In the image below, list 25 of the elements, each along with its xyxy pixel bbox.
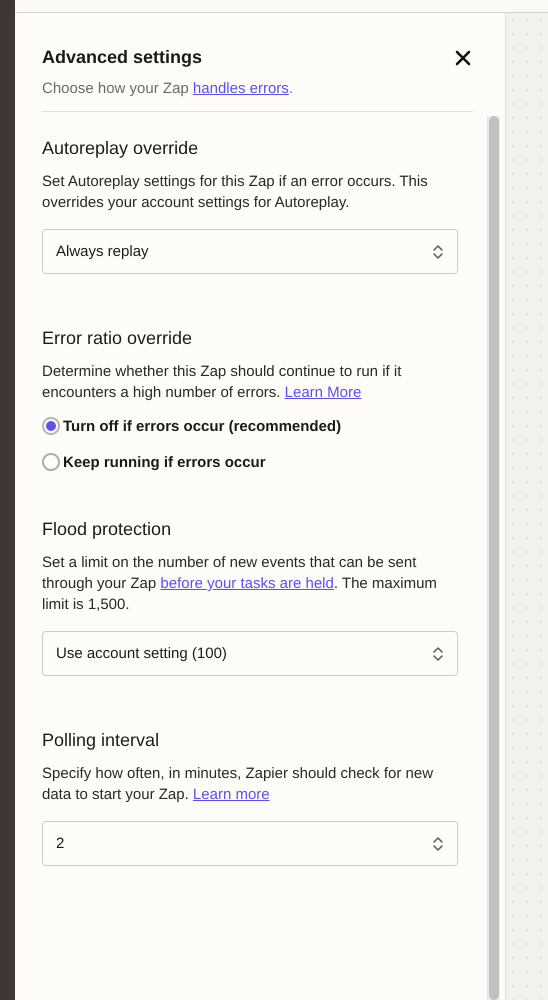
- section-title: Autoreplay override: [42, 138, 200, 159]
- section-title: Polling interval: [42, 730, 160, 751]
- description-text: Set a limit on the number of new events that can be sent through your Zap before your tasks are held. The maximum limit is 1,500.: [42, 553, 438, 615]
- radio-button[interactable]: [42, 417, 60, 435]
- chevron-updown-icon: [432, 244, 444, 260]
- select-field[interactable]: Always replay: [42, 229, 458, 274]
- help-link[interactable]: before your tasks are held: [160, 575, 334, 592]
- help-link[interactable]: handles errors: [192, 80, 289, 97]
- panel-title: Advanced settings: [42, 47, 202, 68]
- description-text: Choose how your Zap handles errors.: [42, 80, 294, 97]
- section-title: Flood protection: [42, 519, 172, 540]
- chevron-updown-icon: [432, 646, 444, 662]
- radio-button[interactable]: [42, 453, 60, 471]
- description-text: Set Autoreplay settings for this Zap if an error occurs. This overrides your account settings for Autoreplay.: [42, 172, 429, 213]
- select-field[interactable]: Use account setting (100): [42, 631, 458, 676]
- select-field[interactable]: 2: [42, 821, 458, 866]
- chevron-updown-icon: [432, 836, 444, 852]
- section-title: Error ratio override: [42, 328, 194, 349]
- option-label[interactable]: Turn off if errors occur (recommended): [63, 418, 342, 434]
- option-label[interactable]: Keep running if errors occur: [63, 454, 266, 470]
- help-link[interactable]: Learn more: [192, 786, 270, 803]
- close-button[interactable]: [453, 48, 473, 68]
- description-text: Specify how often, in minutes, Zapier should check for new data to start your Zap. Learn more: [42, 764, 434, 805]
- description-text: Determine whether this Zap should continue to run if it encounters a high number of errors. Learn More: [42, 362, 402, 403]
- help-link[interactable]: Learn More: [284, 384, 362, 401]
